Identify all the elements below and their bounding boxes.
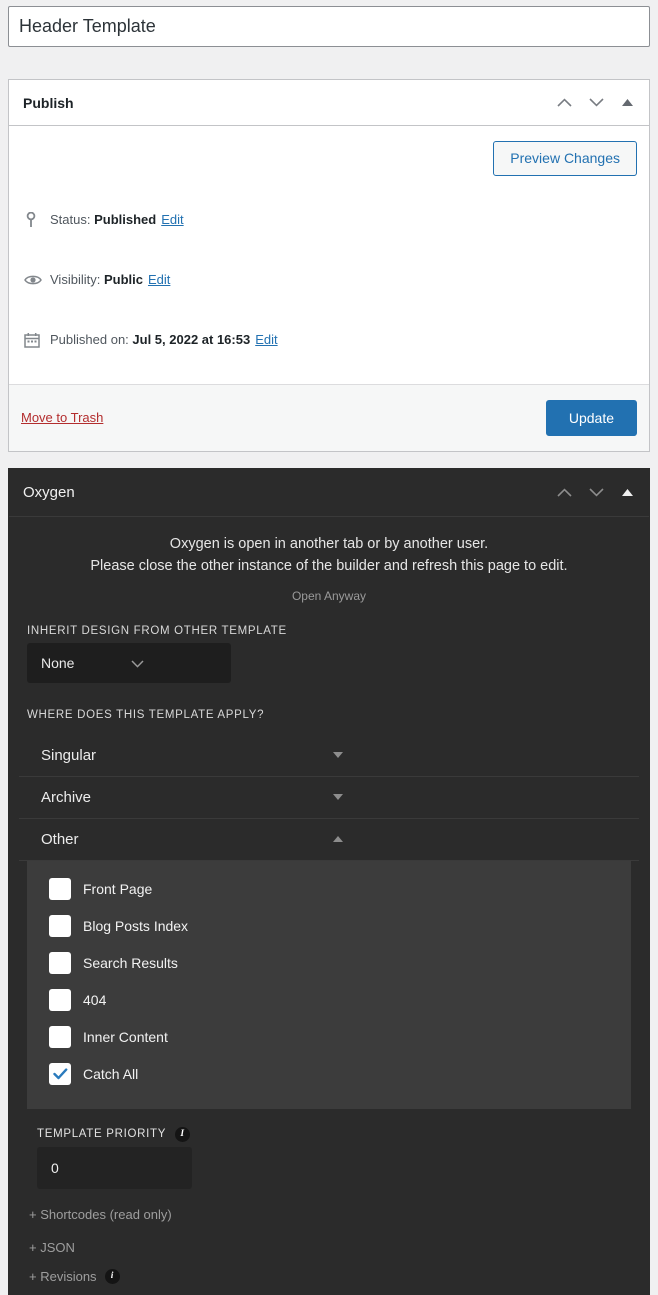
- checkbox-blog-posts-index[interactable]: Blog Posts Index: [27, 908, 631, 945]
- checkbox-box: [49, 952, 71, 975]
- oxygen-metabox-body: Oxygen is open in another tab or by anot…: [9, 517, 649, 1295]
- accordion-other[interactable]: Other: [19, 819, 639, 861]
- chevron-down-icon[interactable]: [585, 481, 607, 503]
- post-edit-screen: Publish Preview Changes: [0, 0, 658, 1295]
- published-on-text: Published on: Jul 5, 2022 at 16:53 Edit: [50, 332, 278, 347]
- template-priority-label: TEMPLATE PRIORITY: [37, 1128, 167, 1141]
- accordion-singular-label: Singular: [41, 746, 97, 764]
- status-value: Published: [94, 212, 157, 228]
- status-row: Status: Published Edit: [21, 190, 637, 250]
- visibility-label: Visibility:: [50, 272, 101, 288]
- inherit-design-label: INHERIT DESIGN FROM OTHER TEMPLATE: [27, 624, 287, 637]
- triangle-up-icon[interactable]: [617, 93, 637, 113]
- chevron-down-icon[interactable]: [585, 92, 607, 114]
- revisions-toggle[interactable]: + Revisions i: [29, 1268, 639, 1284]
- published-on-label: Published on:: [50, 332, 129, 348]
- publish-metabox-title: Publish: [23, 94, 74, 111]
- checkbox-label: Front Page: [83, 881, 153, 898]
- move-to-trash-link[interactable]: Move to Trash: [21, 410, 103, 425]
- checkbox-label: Catch All: [83, 1066, 139, 1083]
- publish-metabox-header[interactable]: Publish: [9, 80, 649, 126]
- visibility-eye-icon: [24, 274, 50, 286]
- checkbox-box: [49, 989, 71, 1012]
- chevron-up-icon[interactable]: [553, 481, 575, 503]
- checkbox-front-page[interactable]: Front Page: [27, 871, 631, 908]
- oxygen-metabox-header[interactable]: Oxygen: [9, 469, 649, 517]
- post-title-input[interactable]: [8, 6, 650, 47]
- published-on-edit-link[interactable]: Edit: [255, 332, 277, 347]
- visibility-row: Visibility: Public Edit: [21, 250, 637, 310]
- post-status-icon: [24, 211, 50, 228]
- open-anyway-link[interactable]: Open Anyway: [19, 589, 639, 603]
- info-icon[interactable]: i: [104, 1268, 120, 1284]
- publish-metabox-header-actions: [553, 92, 637, 114]
- inherit-design-value: None: [41, 654, 75, 671]
- publish-metabox-body: Preview Changes Status: Published Edit Vi…: [9, 126, 649, 370]
- visibility-value: Public: [103, 272, 143, 288]
- publish-metabox: Publish Preview Changes Status: Publishe…: [8, 79, 650, 452]
- checkbox-box: [49, 878, 71, 901]
- template-apply-accordions: Singular Archive Other: [19, 735, 639, 861]
- chevron-down-icon: [131, 655, 221, 671]
- oxygen-metabox-title: Oxygen: [23, 483, 75, 501]
- oxygen-metabox: Oxygen Oxygen is open in another tab or …: [8, 467, 650, 1295]
- other-options-panel: Front Page Blog Posts Index Search Resul…: [27, 860, 631, 1109]
- inherit-design-select[interactable]: None: [27, 642, 231, 683]
- title-field-wrapper: [0, 0, 658, 47]
- checkbox-label: Blog Posts Index: [83, 918, 189, 935]
- oxygen-metabox-header-actions: [553, 481, 637, 503]
- checkbox-inner-content[interactable]: Inner Content: [27, 1019, 631, 1056]
- template-priority-input[interactable]: 0: [37, 1146, 192, 1189]
- caret-up-icon: [333, 834, 625, 845]
- caret-down-icon: [333, 792, 625, 803]
- checkbox-box: [49, 915, 71, 938]
- checkbox-box: [49, 1026, 71, 1049]
- visibility-text: Visibility: Public Edit: [50, 272, 170, 287]
- oxygen-lock-message: Oxygen is open in another tab or by anot…: [19, 533, 639, 578]
- update-button[interactable]: Update: [545, 399, 637, 436]
- shortcodes-toggle[interactable]: + Shortcodes (read only): [29, 1207, 639, 1222]
- triangle-up-icon[interactable]: [617, 482, 637, 502]
- accordion-archive[interactable]: Archive: [19, 777, 639, 819]
- status-text: Status: Published Edit: [50, 212, 184, 227]
- chevron-up-icon[interactable]: [553, 92, 575, 114]
- accordion-singular[interactable]: Singular: [19, 735, 639, 777]
- revisions-toggle-label: + Revisions: [29, 1268, 97, 1284]
- caret-down-icon: [333, 750, 625, 761]
- json-toggle-label: + JSON: [29, 1239, 75, 1255]
- shortcodes-toggle-label: + Shortcodes (read only): [29, 1206, 172, 1222]
- where-applies-label: WHERE DOES THIS TEMPLATE APPLY?: [27, 708, 265, 721]
- published-on-value: Jul 5, 2022 at 16:53: [132, 332, 251, 348]
- accordion-archive-label: Archive: [41, 788, 92, 806]
- accordion-other-label: Other: [41, 830, 79, 848]
- published-on-row: Published on: Jul 5, 2022 at 16:53 Edit: [21, 310, 637, 370]
- checkbox-search-results[interactable]: Search Results: [27, 945, 631, 982]
- checkbox-box-checked: [49, 1063, 71, 1086]
- calendar-icon: [24, 332, 50, 348]
- info-icon[interactable]: i: [175, 1126, 191, 1142]
- publish-metabox-footer: Move to Trash Update: [9, 383, 649, 451]
- visibility-edit-link[interactable]: Edit: [148, 272, 170, 287]
- preview-row: Preview Changes: [21, 136, 637, 190]
- checkbox-label: Search Results: [83, 955, 178, 972]
- checkbox-catch-all[interactable]: Catch All: [27, 1056, 631, 1093]
- checkmark-icon: [52, 1068, 67, 1080]
- template-priority-label-row: TEMPLATE PRIORITY i: [37, 1126, 639, 1142]
- checkbox-404[interactable]: 404: [27, 982, 631, 1019]
- preview-changes-button[interactable]: Preview Changes: [493, 141, 637, 176]
- status-label: Status:: [50, 212, 91, 228]
- oxygen-lock-message-line2: Please close the other instance of the b…: [90, 558, 568, 575]
- status-edit-link[interactable]: Edit: [161, 212, 183, 227]
- oxygen-lock-message-line1: Oxygen is open in another tab or by anot…: [169, 535, 489, 552]
- checkbox-label: Inner Content: [83, 1029, 168, 1046]
- json-toggle[interactable]: + JSON: [29, 1240, 639, 1255]
- template-priority-value: 0: [51, 1159, 59, 1176]
- checkbox-label: 404: [83, 992, 107, 1009]
